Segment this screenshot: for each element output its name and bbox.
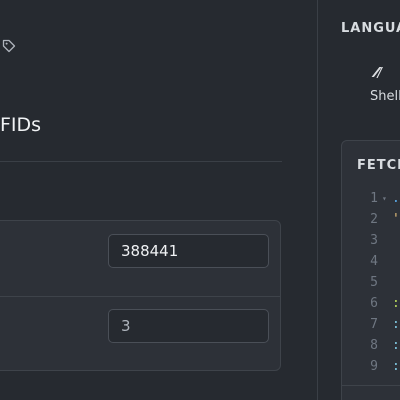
code-text: .o (392, 191, 400, 206)
language-heading: LANGUAGE (341, 21, 400, 36)
code-line: 6 :p (342, 293, 400, 314)
line-number: 5 (370, 275, 378, 290)
code-card-divider (342, 385, 400, 386)
field-input-1[interactable]: 388441 (108, 234, 269, 268)
line-number: 6 (370, 296, 378, 311)
fields-card: 388441 3 (0, 220, 281, 371)
code-line: 2 ' (342, 209, 400, 230)
line-number: 1 (370, 191, 378, 206)
field-input-2[interactable]: 3 (108, 309, 269, 343)
tag-icon[interactable] (2, 38, 16, 53)
line-number: 3 (370, 233, 378, 248)
code-line: 1 ▾ .o (342, 188, 400, 209)
code-line: 8 :s (342, 335, 400, 356)
language-label-shell[interactable]: Shell (370, 89, 400, 104)
shell-icon[interactable]: ⁄⁄/ (375, 66, 382, 81)
line-number: 2 (370, 212, 378, 227)
code-block[interactable]: 1▾.o2'3456:p7:s8:s9:r (342, 188, 400, 388)
code-text: :p (392, 296, 400, 311)
line-number: 9 (370, 359, 378, 374)
code-card-heading: FETCH (357, 158, 400, 173)
main-panel: FIDs 388441 3 (0, 0, 316, 400)
right-panel: LANGUAGE ⁄⁄/ Shell FETCH 1▾.o2'3456:p7:s… (318, 0, 400, 400)
code-card: FETCH 1▾.o2'3456:p7:s8:s9:r (341, 140, 400, 400)
code-text: :s (392, 338, 400, 353)
code-text: :r (392, 359, 400, 374)
line-number: 8 (370, 338, 378, 353)
code-line: 5 (342, 272, 400, 293)
code-line: 4 (342, 251, 400, 272)
code-text: :s (392, 317, 400, 332)
line-number: 7 (370, 317, 378, 332)
code-line: 3 (342, 230, 400, 251)
page-title: FIDs (0, 114, 42, 136)
code-text: ' (392, 212, 400, 227)
card-row-divider (0, 296, 280, 297)
fold-arrow-icon[interactable]: ▾ (382, 188, 387, 209)
line-number: 4 (370, 254, 378, 269)
code-line: 7 :s (342, 314, 400, 335)
title-divider (0, 161, 282, 162)
code-line: 9 :r (342, 356, 400, 377)
